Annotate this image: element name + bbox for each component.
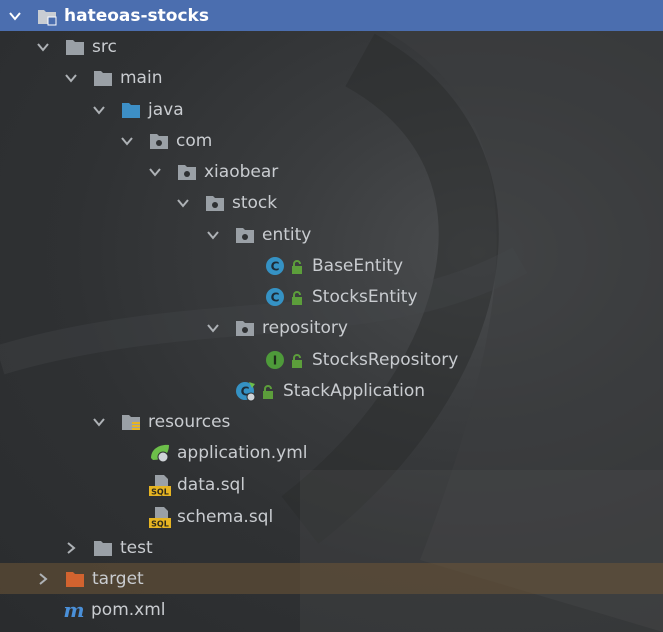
chevron-down-icon[interactable] (206, 228, 220, 242)
module-folder-icon (36, 5, 58, 27)
tree-item-stock[interactable]: stock (0, 187, 663, 218)
chevron-down-icon[interactable] (8, 9, 22, 23)
package-folder-icon (234, 224, 256, 246)
tree-item-label: application.yml (177, 442, 308, 463)
class-icon: C (264, 286, 286, 308)
tree-item-test[interactable]: test (0, 532, 663, 563)
tree-item-label: stock (232, 192, 278, 213)
interface-icon: I (264, 349, 286, 371)
tree-item-label: data.sql (177, 474, 246, 495)
tree-item-label: StocksEntity (312, 286, 418, 307)
tree-item-repository[interactable]: repository (0, 312, 663, 343)
tree-item-label: repository (262, 317, 348, 338)
source-root-folder-icon (120, 99, 142, 121)
spring-boot-class-icon: C (235, 380, 257, 402)
chevron-right-icon[interactable] (36, 572, 50, 586)
chevron-down-icon[interactable] (148, 165, 162, 179)
tree-item-label: test (120, 537, 153, 558)
tree-item-label: target (92, 568, 144, 589)
chevron-down-icon[interactable] (36, 40, 50, 54)
folder-icon (92, 67, 114, 89)
lock-icon (261, 384, 275, 399)
tree-item-label: pom.xml (91, 599, 166, 620)
chevron-down-icon[interactable] (206, 321, 220, 335)
maven-icon: m (63, 599, 85, 621)
sql-file-icon: SQL (149, 506, 171, 528)
tree-item-label: xiaobear (204, 161, 279, 182)
tree-item-pom-xml[interactable]: m pom.xml (0, 594, 663, 625)
lock-icon (290, 353, 304, 368)
tree-item-hateoas-stocks[interactable]: hateoas-stocks (0, 0, 663, 31)
tree-item-application-yml[interactable]: application.yml (0, 437, 663, 468)
tree-item-label: main (120, 67, 163, 88)
tree-item-baseentity[interactable]: C BaseEntity (0, 250, 663, 281)
tree-item-target[interactable]: target (0, 563, 663, 594)
tree-item-label: StocksRepository (312, 349, 459, 370)
chevron-down-icon[interactable] (176, 196, 190, 210)
tree-item-entity[interactable]: entity (0, 219, 663, 250)
class-icon: C (264, 255, 286, 277)
tree-item-label: StackApplication (283, 380, 426, 401)
svg-text:SQL: SQL (151, 487, 169, 496)
lock-icon (290, 259, 304, 274)
chevron-down-icon[interactable] (120, 134, 134, 148)
chevron-down-icon[interactable] (92, 103, 106, 117)
tree-item-schema-sql[interactable]: SQL schema.sql (0, 501, 663, 532)
tree-item-xiaobear[interactable]: xiaobear (0, 156, 663, 187)
lock-icon (290, 290, 304, 305)
tree-item-label: BaseEntity (312, 255, 404, 276)
tree-item-label: java (148, 99, 184, 120)
tree-item-resources[interactable]: resources (0, 406, 663, 437)
folder-icon (92, 537, 114, 559)
tree-item-label: schema.sql (177, 506, 274, 527)
svg-text:SQL: SQL (151, 519, 169, 528)
svg-text:m: m (63, 599, 84, 621)
package-folder-icon (234, 317, 256, 339)
excluded-folder-icon (64, 568, 86, 590)
svg-text:I: I (273, 353, 277, 367)
tree-item-stocksentity[interactable]: C StocksEntity (0, 281, 663, 312)
tree-item-label: com (176, 130, 213, 151)
tree-item-stackapplication[interactable]: C StackApplication (0, 375, 663, 406)
folder-icon (64, 36, 86, 58)
tree-item-main[interactable]: main (0, 62, 663, 93)
resources-folder-icon (120, 411, 142, 433)
chevron-down-icon[interactable] (92, 415, 106, 429)
tree-item-label: entity (262, 224, 312, 245)
tree-item-com[interactable]: com (0, 125, 663, 156)
tree-item-label: hateoas-stocks (64, 5, 209, 26)
tree-item-java[interactable]: java (0, 94, 663, 125)
tree-item-label: src (92, 36, 117, 57)
package-folder-icon (176, 161, 198, 183)
svg-text:C: C (271, 259, 280, 273)
package-folder-icon (204, 192, 226, 214)
chevron-down-icon[interactable] (64, 71, 78, 85)
spring-config-icon (149, 442, 171, 464)
tree-item-stocksrepository[interactable]: I StocksRepository (0, 344, 663, 375)
svg-text:C: C (271, 290, 280, 304)
chevron-right-icon[interactable] (64, 541, 78, 555)
package-folder-icon (148, 130, 170, 152)
tree-item-data-sql[interactable]: SQL data.sql (0, 469, 663, 500)
tree-item-src[interactable]: src (0, 31, 663, 62)
sql-file-icon: SQL (149, 474, 171, 496)
tree-item-label: resources (148, 411, 231, 432)
